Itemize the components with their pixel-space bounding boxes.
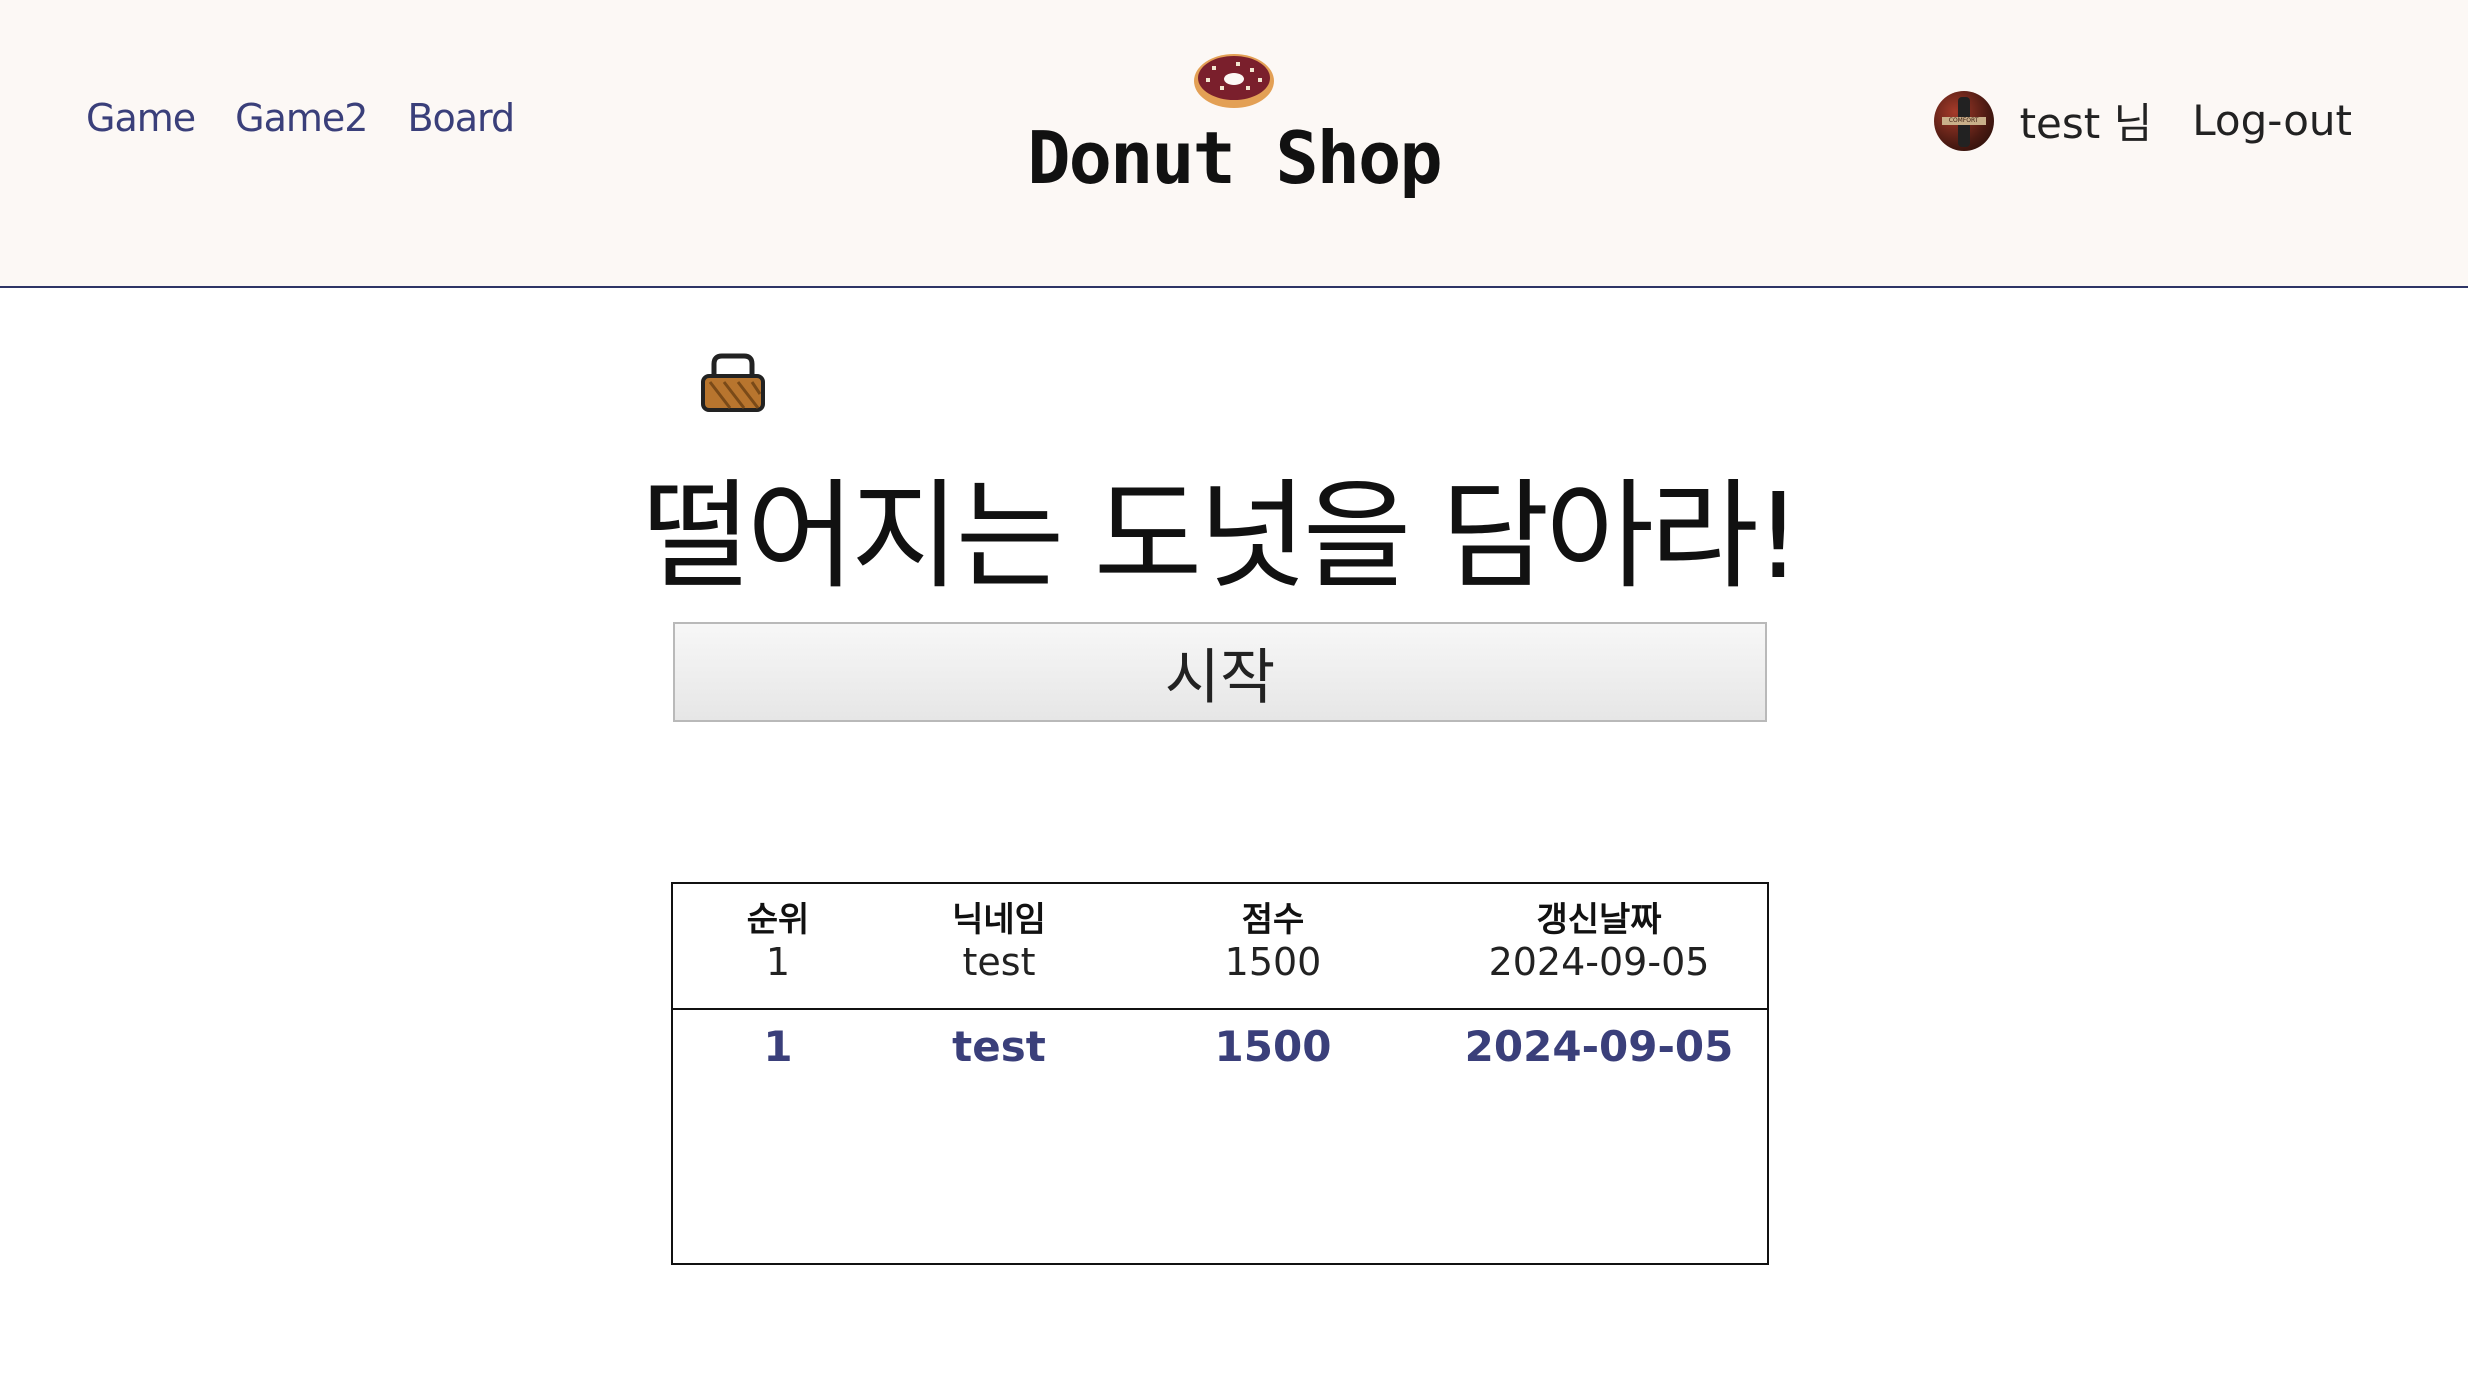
header-nickname: 닉네임: [952, 900, 1046, 940]
header-score: 점수: [1241, 900, 1305, 940]
table-divider: [673, 1008, 1767, 1010]
logout-link[interactable]: Log-out: [2192, 96, 2352, 145]
my-nickname: test: [952, 1022, 1046, 1071]
cell-score: 1500: [1224, 940, 1322, 984]
my-score: 1500: [1214, 1022, 1332, 1071]
cell-nickname: test: [962, 940, 1036, 984]
basket-icon: [701, 353, 765, 412]
my-rank: 1: [763, 1022, 793, 1071]
cell-rank: 1: [765, 940, 791, 984]
ranking-header-row: 순위 닉네임 점수 갱신날짜: [673, 892, 1767, 941]
user-name: test 님: [2019, 99, 2153, 148]
donut-icon: [1194, 54, 1274, 108]
site-header: Game Game2 Board Donut Shop COMFORT test…: [0, 0, 2468, 288]
my-record-row: 1 test 1500 2024-09-05: [673, 1022, 1767, 1071]
header-date: 갱신날짜: [1536, 900, 1662, 940]
game-title: 떨어지는 도넛을 담아라!: [642, 467, 1802, 605]
start-button[interactable]: 시작: [673, 622, 1767, 722]
table-row: 1 test 1500 2024-09-05: [673, 940, 1767, 984]
user-area: COMFORT test 님 Log-out: [1933, 90, 2352, 151]
avatar-image: COMFORT: [1933, 90, 1994, 151]
header-rank: 순위: [746, 900, 810, 940]
cell-date: 2024-09-05: [1488, 940, 1710, 984]
ranking-table: 순위 닉네임 점수 갱신날짜 1 test 1500 2024-09-05 1 …: [671, 882, 1769, 1265]
my-date: 2024-09-05: [1464, 1022, 1734, 1071]
